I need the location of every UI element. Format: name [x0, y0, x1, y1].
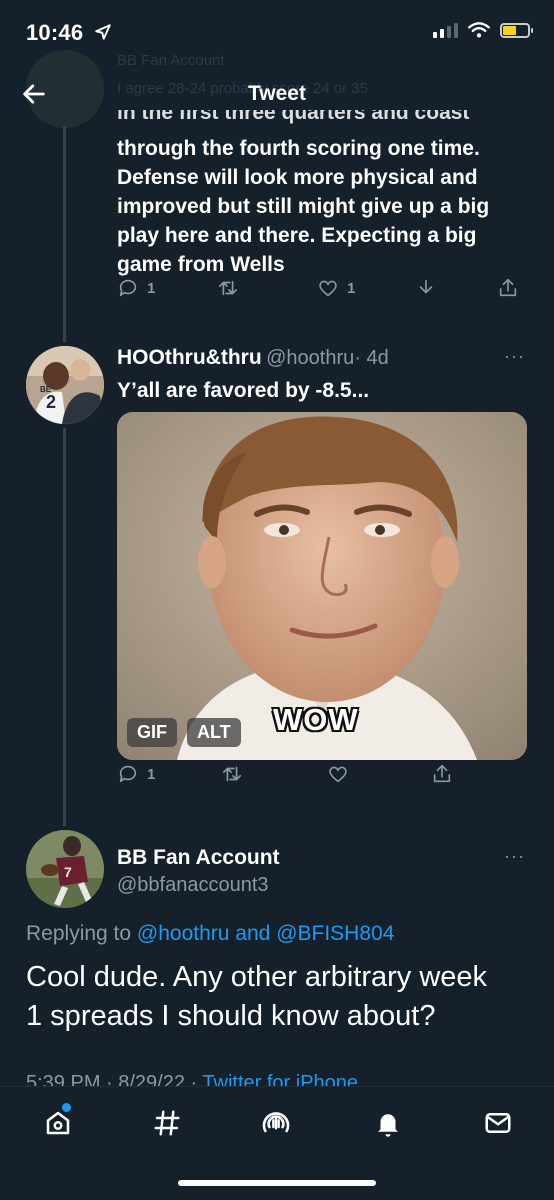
- tab-notifications[interactable]: [370, 1105, 406, 1141]
- status-time: 10:46: [26, 20, 112, 46]
- tweet2-text: Y’all are favored by -8.5...: [117, 379, 370, 402]
- user-handle[interactable]: @hoothru: [266, 347, 354, 369]
- avatar-photo: 7: [26, 830, 104, 908]
- avatar[interactable]: 2 BE: [26, 346, 104, 424]
- heart-icon: [329, 766, 347, 783]
- battery-icon: [500, 22, 533, 38]
- clock-text: 10:46: [26, 20, 84, 45]
- tweet-time: · 4d: [354, 347, 389, 369]
- thread-line-middle: [63, 428, 66, 826]
- reply-icon: [119, 765, 137, 783]
- share-button[interactable]: [497, 277, 519, 299]
- tab-explore[interactable]: [149, 1105, 185, 1141]
- retweet-button[interactable]: [221, 763, 243, 785]
- tweet1-partial-line: in the first three quarters and coast: [117, 110, 470, 124]
- wifi-icon: [468, 22, 490, 38]
- gif-badge: GIF: [127, 718, 177, 747]
- main-tweet-text: Cool dude. Any other arbitrary week 1 sp…: [26, 961, 488, 1032]
- retweet-icon: [218, 280, 238, 296]
- share-button[interactable]: [431, 763, 453, 785]
- home-indicator: [178, 1180, 376, 1186]
- notifications-bell-icon: [378, 1114, 398, 1137]
- svg-text:2: 2: [46, 392, 56, 412]
- behind-name: BB Fan Account: [117, 52, 225, 69]
- reply-button[interactable]: 1: [117, 763, 155, 785]
- download-icon: [419, 279, 433, 294]
- svg-text:BE: BE: [40, 385, 52, 394]
- unread-dot: [62, 1103, 71, 1112]
- page-title: Tweet: [248, 82, 306, 105]
- home-icon: [46, 1111, 70, 1135]
- more-options-button[interactable]: ···: [504, 346, 525, 367]
- avatar-photo: 2 BE: [26, 346, 104, 424]
- thread-line-top: [63, 126, 66, 342]
- gif-caption: WOW: [273, 702, 359, 737]
- heart-icon: [319, 280, 337, 297]
- more-options-button[interactable]: ···: [504, 846, 525, 867]
- replying-to: Replying to @hoothru and @BFISH804: [26, 922, 395, 945]
- like-button[interactable]: [327, 763, 349, 785]
- share-icon: [499, 278, 517, 297]
- retweet-icon: [222, 766, 242, 782]
- location-arrow-icon: [94, 24, 111, 40]
- display-name[interactable]: BB Fan Account: [117, 846, 280, 870]
- avatar[interactable]: 7: [26, 830, 104, 908]
- share-icon: [433, 764, 451, 783]
- like-button[interactable]: 1: [317, 277, 355, 299]
- tab-home[interactable]: [40, 1103, 76, 1141]
- signal-strength-icon: [433, 22, 458, 38]
- tweet1-body: through the fourth scoring one time. Def…: [117, 137, 490, 276]
- reply-icon: [119, 279, 137, 297]
- display-name[interactable]: HOOthru&thru: [117, 346, 262, 369]
- spaces-icon: [262, 1112, 290, 1133]
- reply-mention-link[interactable]: @hoothru: [137, 922, 230, 945]
- tweet2-header: HOOthru&thru @hoothru· 4d: [117, 346, 389, 370]
- messages-mail-icon: [485, 1113, 511, 1133]
- explore-hashtag-icon: [154, 1110, 180, 1136]
- retweet-button[interactable]: [217, 277, 239, 299]
- reply-mention-link[interactable]: @BFISH804: [276, 922, 394, 945]
- alt-badge[interactable]: ALT: [187, 718, 241, 747]
- download-button[interactable]: [415, 277, 437, 299]
- svg-text:7: 7: [64, 864, 72, 880]
- user-handle[interactable]: @bbfanaccount3: [117, 874, 269, 897]
- tab-messages[interactable]: [480, 1105, 516, 1141]
- gif-media[interactable]: GIF ALT WOW: [117, 412, 527, 760]
- tab-spaces[interactable]: [258, 1105, 294, 1141]
- status-indicators: [433, 22, 533, 38]
- reply-button[interactable]: 1: [117, 277, 155, 299]
